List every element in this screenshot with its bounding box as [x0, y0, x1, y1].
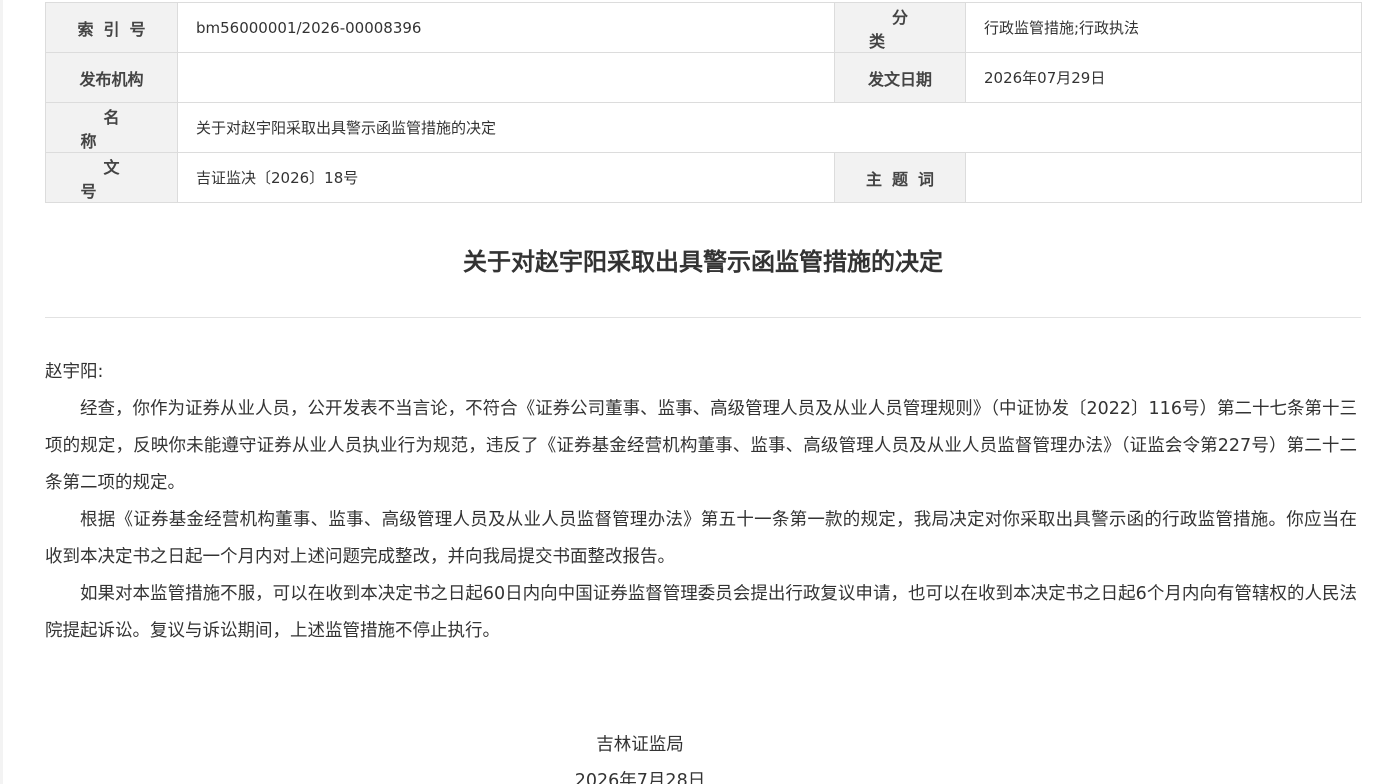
category-label-text: 分类 [868, 7, 954, 51]
body-paragraph: 经查，你作为证券从业人员，公开发表不当言论，不符合《证券公司董事、监事、高级管理… [45, 399, 1357, 493]
docno-label-text: 文号 [80, 157, 166, 201]
keywords-label-text: 主题词 [865, 169, 944, 189]
index-label-text: 索引号 [77, 19, 156, 39]
category-value: 行政监管措施;行政执法 [965, 2, 1362, 53]
name-label-text: 名称 [80, 107, 166, 151]
date-label: 发文日期 [834, 52, 966, 103]
info-row-issuer: 发布机构 发文日期 2026年07月29日 [45, 52, 1362, 103]
body-paragraph: 根据《证券基金经营机构董事、监事、高级管理人员及从业人员监督管理办法》第五十一条… [45, 510, 1357, 567]
issuing-authority: 吉林证监局 [596, 735, 684, 755]
title-divider [45, 317, 1361, 318]
docno-value: 吉证监决〔2026〕18号 [177, 152, 835, 203]
issuer-value [177, 52, 835, 103]
index-value: bm56000001/2026-00008396 [177, 2, 835, 53]
info-row-index: 索引号 bm56000001/2026-00008396 分类 行政监管措施;行… [45, 2, 1362, 53]
body-paragraph: 如果对本监管措施不服，可以在收到本决定书之日起60日内向中国证券监督管理委员会提… [45, 584, 1357, 641]
document-info-table: 索引号 bm56000001/2026-00008396 分类 行政监管措施;行… [45, 2, 1362, 203]
index-label: 索引号 [45, 2, 178, 53]
signature-block: 吉林证监局 2026年7月28日 [480, 727, 800, 784]
document-title: 关于对赵宇阳采取出具警示函监管措施的决定 [463, 248, 943, 276]
keywords-label: 主题词 [834, 152, 966, 203]
name-label: 名称 [45, 102, 178, 153]
info-row-docno: 文号 吉证监决〔2026〕18号 主题词 [45, 152, 1362, 203]
salutation: 赵宇阳: [45, 362, 104, 382]
page-left-edge [0, 0, 3, 784]
date-value: 2026年07月29日 [965, 52, 1362, 103]
name-value: 关于对赵宇阳采取出具警示函监管措施的决定 [177, 102, 1362, 153]
docno-label: 文号 [45, 152, 178, 203]
issuer-label: 发布机构 [45, 52, 178, 103]
keywords-value [965, 152, 1362, 203]
info-row-name: 名称 关于对赵宇阳采取出具警示函监管措施的决定 [45, 102, 1362, 153]
document-body: 赵宇阳: 经查，你作为证券从业人员，公开发表不当言论，不符合《证券公司董事、监事… [45, 354, 1357, 650]
issue-date: 2026年7月28日 [574, 771, 706, 784]
category-label: 分类 [834, 2, 966, 53]
